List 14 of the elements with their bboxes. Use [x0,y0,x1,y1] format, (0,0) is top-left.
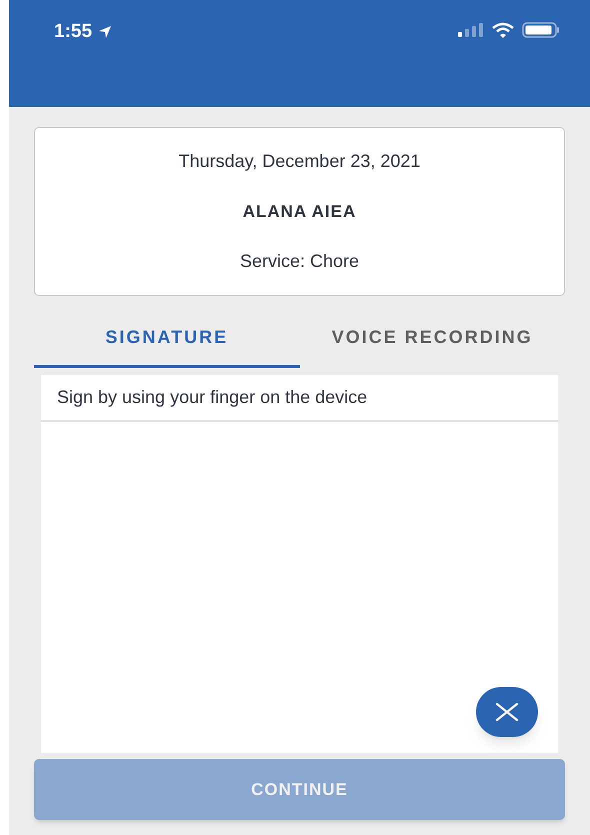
tab[interactable]: VOICE RECORDING [300,310,565,368]
clear-button[interactable] [476,687,538,737]
service-label: Service: Chore [240,250,360,274]
close-icon [495,702,519,722]
signal-icon [458,23,484,37]
location-arrow-icon [98,25,112,40]
signature-pad[interactable]: Sign by using your finger on the device [41,375,558,753]
status-time: 1:55 [54,20,92,44]
wifi-icon [492,22,514,38]
battery-icon [522,22,560,38]
client-name: ALANA AIEA [242,200,356,223]
visit-date: Thursday, December 23, 2021 [178,150,420,173]
signature-instruction: Sign by using your finger on the device [57,386,368,409]
tab[interactable]: SIGNATURE [34,310,300,368]
